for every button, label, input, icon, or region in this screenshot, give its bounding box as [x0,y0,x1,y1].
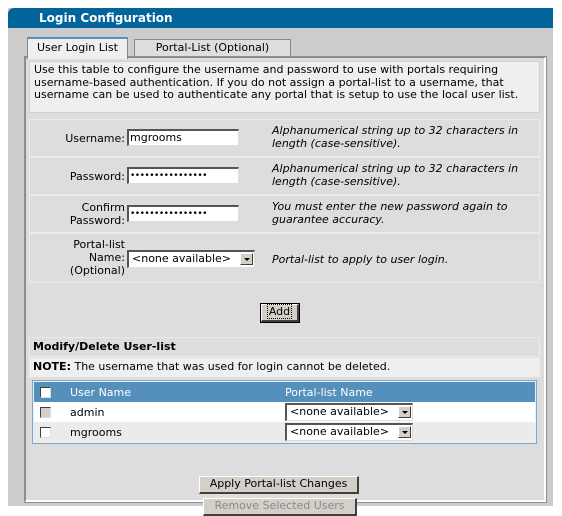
add-button-label: Add [266,304,293,319]
table-row: mgrooms <none available> [34,422,535,442]
password-hint: Alphanumerical string up to 32 character… [272,162,519,188]
confirm-label-line1: Confirm [81,201,125,214]
panel-title: Login Configuration [8,8,553,28]
row-checkbox[interactable] [40,427,51,438]
select-all-checkbox[interactable] [40,387,51,398]
portal-list-select[interactable]: <none available> [127,250,255,268]
confirm-password-input[interactable]: •••••••••••••••• [127,205,239,222]
portal-label-line3: (Optional) [69,264,125,277]
section-title: Modify/Delete User-list [29,337,540,357]
confirm-password-label: Confirm Password: [70,201,125,227]
note-text: The username that was used for login can… [70,360,391,373]
table-header: User Name Portal-list Name [34,382,535,402]
row-user-name: admin [56,402,285,422]
confirm-password-hint: You must enter the new password again to… [272,200,508,226]
intro-text: Use this table to configure the username… [29,61,540,113]
note-label: NOTE: [33,360,71,373]
row-portal-selected: <none available> [290,405,390,418]
username-row: Username: mgrooms Alphanumerical string … [29,119,540,157]
username-hint: Alphanumerical string up to 32 character… [272,124,519,150]
password-label: Password: [69,170,125,183]
dropdown-arrow-icon[interactable] [240,253,253,265]
tab-content: Use this table to configure the username… [24,56,547,516]
dropdown-arrow-icon[interactable] [398,406,411,418]
table-row: admin <none available> [34,402,535,422]
portal-label-line1: Portal-list [73,238,125,251]
modify-delete-section: Modify/Delete User-list NOTE: The userna… [29,337,540,444]
portal-list-hint: Portal-list to apply to user login. [272,253,449,266]
username-label: Username: [65,132,125,145]
column-portal-list-name[interactable]: Portal-list Name [285,382,535,402]
username-input[interactable]: mgrooms [127,129,239,146]
row-portal-select[interactable]: <none available> [285,423,413,441]
note: NOTE: The username that was used for log… [29,358,540,377]
row-portal-selected: <none available> [290,425,390,438]
portal-list-label: Portal-list Name: (Optional) [70,238,125,277]
remove-selected-users-button[interactable]: Remove Selected Users [203,498,357,516]
portal-list-row: Portal-list Name: (Optional) <none avail… [29,233,540,283]
portal-label-line2: Name: [88,251,125,264]
row-portal-select[interactable]: <none available> [285,403,413,421]
row-checkbox-disabled [40,407,51,418]
add-button[interactable]: Add [260,303,300,323]
dropdown-arrow-icon[interactable] [398,426,411,438]
password-input[interactable]: •••••••••••••••• [127,167,239,184]
confirm-password-row: Confirm Password: •••••••••••••••• You m… [29,195,540,233]
user-list-table: User Name Portal-list Name admin <none a… [32,380,537,444]
tab-user-login-list[interactable]: User Login List [27,37,128,59]
confirm-label-line2: Password: [69,214,125,227]
apply-portal-list-changes-button[interactable]: Apply Portal-list Changes [199,476,359,494]
login-configuration-panel: Login Configuration User Login List Port… [8,8,553,516]
user-form: Username: mgrooms Alphanumerical string … [29,119,540,283]
row-user-name: mgrooms [56,422,285,442]
column-user-name[interactable]: User Name [56,382,285,402]
password-row: Password: •••••••••••••••• Alphanumerica… [29,157,540,195]
portal-list-selected: <none available> [132,252,232,265]
tab-portal-list[interactable]: Portal-List (Optional) [134,39,291,57]
